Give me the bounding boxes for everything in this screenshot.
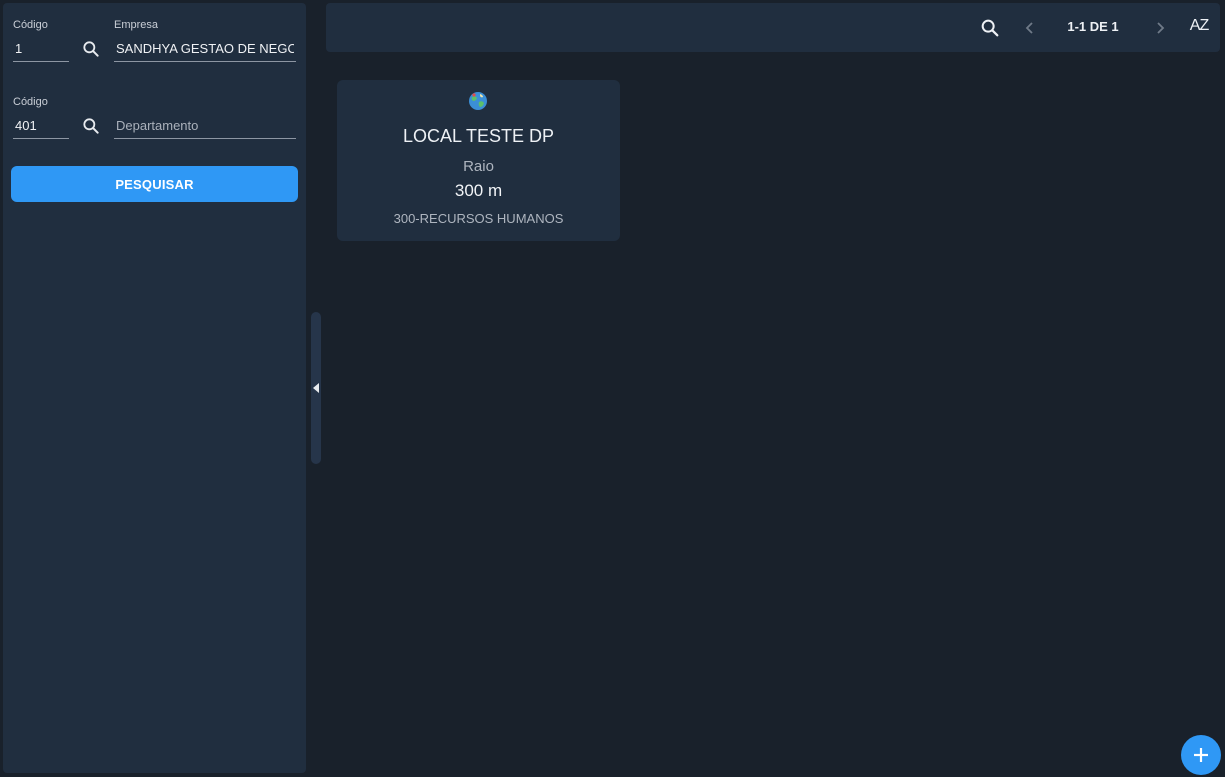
plus-icon [1194,748,1208,762]
filter-sidebar: Código Empresa Código PESQUISAR [3,3,306,773]
sidebar-collapse-handle[interactable] [311,312,321,464]
departamento-search-button[interactable] [79,114,103,138]
card-department: 300-RECURSOS HUMANOS [393,211,564,226]
caret-left-icon [313,383,319,393]
pagination-label: 1-1 DE 1 [1067,19,1119,34]
add-button[interactable] [1181,735,1221,775]
departamento-name-input[interactable] [114,113,296,139]
prev-page-button[interactable] [1017,15,1043,41]
empresa-code-label: Código [13,19,48,31]
globe-icon [469,92,487,110]
next-page-button[interactable] [1147,15,1173,41]
card-radius-label: Raio [463,158,494,175]
empresa-search-button[interactable] [79,37,103,61]
departamento-code-label: Código [13,96,48,108]
toolbar-search-button[interactable] [977,15,1003,41]
chevron-left-icon [1025,22,1033,34]
card-radius-value: 300 m [454,181,503,200]
empresa-code-input[interactable] [13,36,69,62]
location-card[interactable]: LOCAL TESTE DP Raio 300 m 300-RECURSOS H… [337,80,620,241]
search-icon [981,19,999,37]
card-title: LOCAL TESTE DP [402,126,555,146]
sort-az-button[interactable]: AZ [1186,17,1212,39]
departamento-code-input[interactable] [13,113,69,139]
search-icon [83,118,99,134]
empresa-name-label: Empresa [114,19,159,31]
chevron-right-icon [1157,22,1165,34]
empresa-name-input[interactable] [114,36,296,62]
results-toolbar: 1-1 DE 1 AZ [326,3,1220,52]
pesquisar-button[interactable]: PESQUISAR [11,166,298,202]
search-icon [83,41,99,57]
